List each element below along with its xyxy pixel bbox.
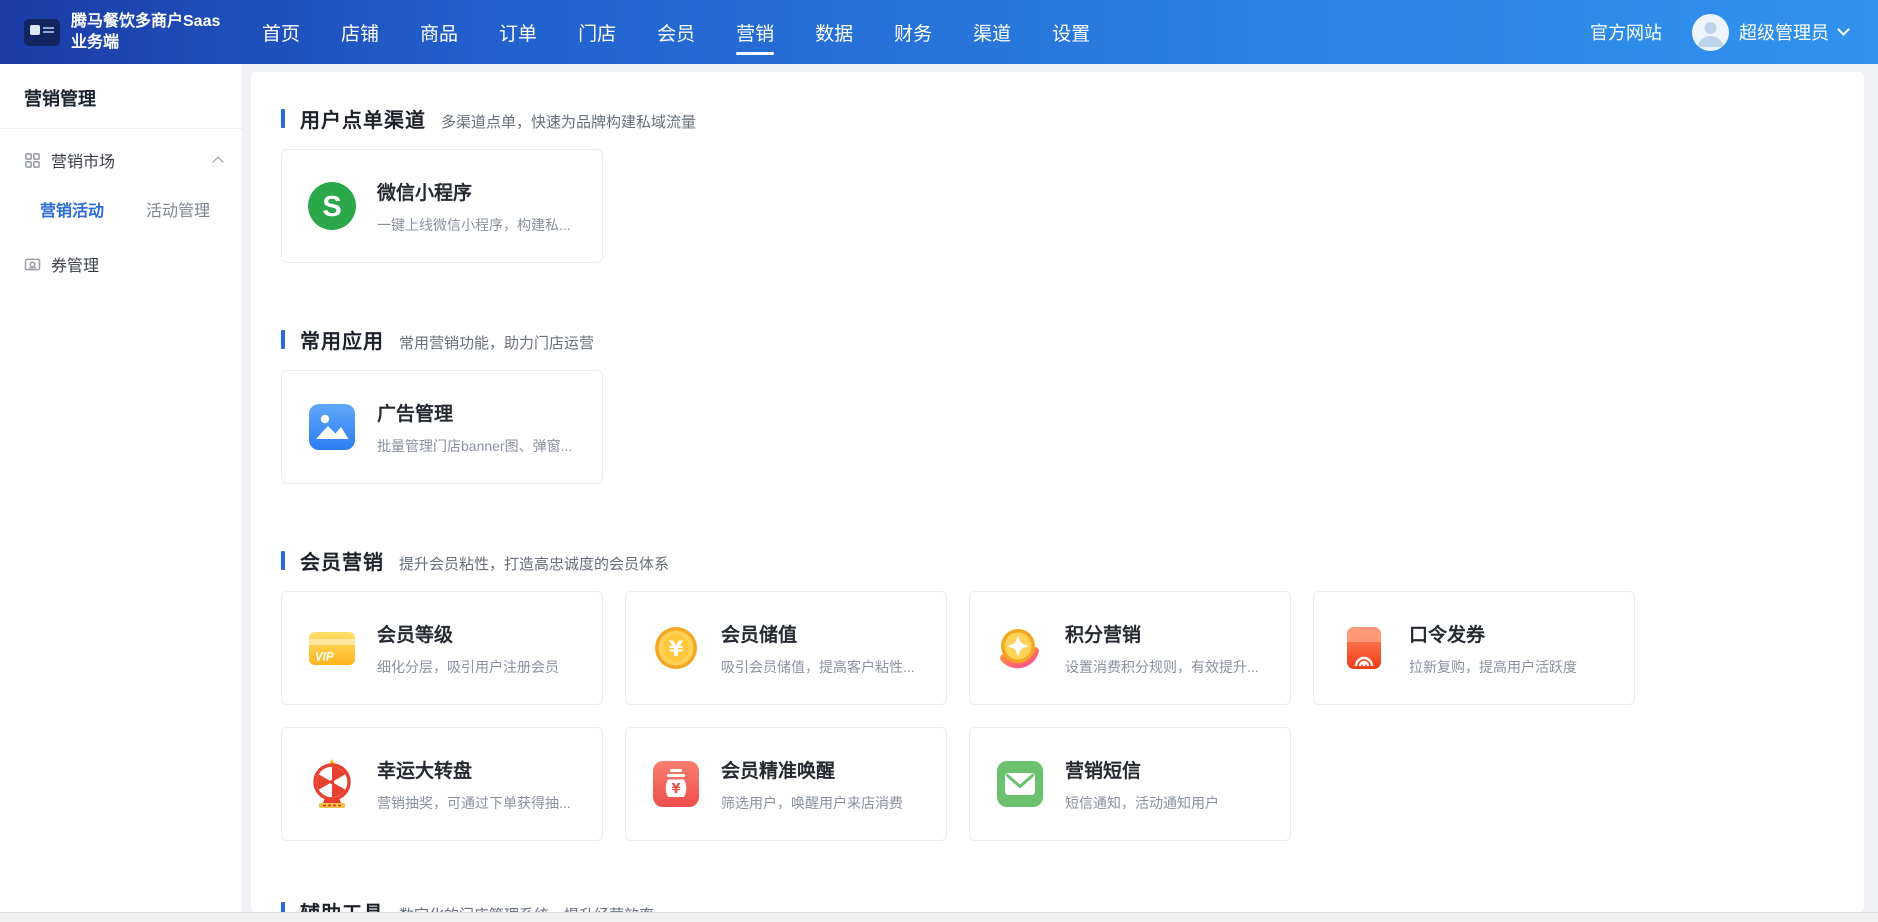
chevron-down-icon [1837,23,1850,36]
nav-item-settings[interactable]: 设置 [1052,0,1090,64]
section-accent-bar [281,902,285,912]
sidebar-item-label: 券管理 [51,252,99,276]
sidebar-item-marketing-activity[interactable]: 营销活动 [40,197,104,221]
sidebar: 营销管理 营销市场 营销活动 活动管理 券管理 [0,64,243,912]
member-awaken-icon: ¥ [650,758,702,810]
section-title: 辅助工具 [300,897,384,912]
official-website-link[interactable]: 官方网站 [1590,19,1662,45]
card-desc: 营销抽奖，可通过下单获得抽... [377,793,571,813]
svg-text:¥: ¥ [669,637,684,661]
nav-item-finance[interactable]: 财务 [894,0,932,64]
sidebar-title: 营销管理 [0,64,242,128]
card-ad-management[interactable]: 广告管理 批量管理门店banner图、弹窗... [281,370,603,484]
section-subtitle: 数字化的门店管理系统，提升经营效率 [399,904,654,912]
section-title: 常用应用 [300,325,384,354]
section-title: 用户点单渠道 [300,104,426,133]
nav-item-marketing[interactable]: 营销 [736,0,774,64]
card-title: 会员等级 [377,620,559,647]
section-subtitle: 常用营销功能，助力门店运营 [399,332,594,353]
nav-item-home[interactable]: 首页 [262,0,300,64]
card-marketing-sms[interactable]: 营销短信 短信通知，活动通知用户 [969,727,1291,841]
card-lucky-wheel[interactable]: 幸运大转盘 营销抽奖，可通过下单获得抽... [281,727,603,841]
sidebar-item-marketing-market[interactable]: 营销市场 [0,129,242,180]
person-icon [1692,14,1729,51]
card-title: 广告管理 [377,399,572,426]
sidebar-item-activity-management[interactable]: 活动管理 [146,197,210,221]
red-envelope-icon [1338,622,1390,674]
avatar [1692,14,1729,51]
app-title: 腾马餐饮多商户Saas业务端 [71,11,234,53]
chevron-up-icon [212,156,223,167]
card-title: 口令发券 [1409,620,1577,647]
card-desc: 吸引会员储值，提高客户粘性... [721,657,915,677]
nav-item-stores[interactable]: 门店 [578,0,616,64]
card-member-level[interactable]: VIP 会员等级 细化分层，吸引用户注册会员 [281,591,603,705]
card-desc: 筛选用户，唤醒用户来店消费 [721,793,903,813]
main-area: 用户点单渠道 多渠道点单，快速为品牌构建私域流量 S 微信小程序 一键上线微信小… [243,64,1878,912]
wechat-miniprogram-icon: S [306,180,358,232]
top-nav: 首页 店铺 商品 订单 门店 会员 营销 数据 财务 渠道 设置 [262,0,1090,64]
app-logo[interactable]: 腾马餐饮多商户Saas业务端 [0,11,248,53]
topbar-right: 官方网站 超级管理员 [1590,14,1878,51]
nav-item-data[interactable]: 数据 [815,0,853,64]
svg-text:VIP: VIP [315,652,334,664]
section-accent-bar [281,551,285,570]
content-panel: 用户点单渠道 多渠道点单，快速为品牌构建私域流量 S 微信小程序 一键上线微信小… [251,72,1864,912]
section-auxiliary-tools: 辅助工具 数字化的门店管理系统，提升经营效率 [281,897,1864,912]
card-desc: 一键上线微信小程序，构建私... [377,215,571,235]
nav-item-members[interactable]: 会员 [657,0,695,64]
card-title: 微信小程序 [377,178,571,205]
vip-card-icon: VIP [306,622,358,674]
ticket-icon [24,256,41,273]
card-title: 幸运大转盘 [377,756,571,783]
sidebar-item-coupon-management[interactable]: 券管理 [0,231,242,284]
sms-mail-icon [994,758,1046,810]
nav-item-channels[interactable]: 渠道 [973,0,1011,64]
user-name: 超级管理员 [1739,19,1829,45]
card-password-coupon[interactable]: 口令发券 拉新复购，提高用户活跃度 [1313,591,1635,705]
coin-yuan-icon: ¥ [650,622,702,674]
topbar: 腾马餐饮多商户Saas业务端 首页 店铺 商品 订单 门店 会员 营销 数据 财… [0,0,1878,64]
horizontal-scrollbar[interactable] [0,912,1878,922]
section-subtitle: 多渠道点单，快速为品牌构建私域流量 [441,111,696,132]
card-desc: 批量管理门店banner图、弹窗... [377,436,572,456]
card-title: 营销短信 [1065,756,1219,783]
section-order-channels: 用户点单渠道 多渠道点单，快速为品牌构建私域流量 S 微信小程序 一键上线微信小… [281,104,1864,263]
nav-item-goods[interactable]: 商品 [420,0,458,64]
section-accent-bar [281,109,285,128]
card-title: 会员储值 [721,620,915,647]
section-common-apps: 常用应用 常用营销功能，助力门店运营 广告管理 批量管理门店banner图、弹窗… [281,325,1864,484]
lucky-wheel-icon [306,758,358,810]
card-title: 积分营销 [1065,620,1259,647]
card-desc: 短信通知，活动通知用户 [1065,793,1219,813]
points-coin-icon [994,622,1046,674]
card-desc: 拉新复购，提高用户活跃度 [1409,657,1577,677]
sidebar-item-label: 营销市场 [51,148,115,172]
section-accent-bar [281,330,285,349]
svg-text:S: S [322,191,341,223]
nav-item-orders[interactable]: 订单 [499,0,537,64]
logo-icon [24,19,60,46]
ad-image-icon [306,401,358,453]
card-member-awaken[interactable]: ¥ 会员精准唤醒 筛选用户，唤醒用户来店消费 [625,727,947,841]
section-title: 会员营销 [300,546,384,575]
card-wechat-miniprogram[interactable]: S 微信小程序 一键上线微信小程序，构建私... [281,149,603,263]
card-desc: 细化分层，吸引用户注册会员 [377,657,559,677]
card-member-stored-value[interactable]: ¥ 会员储值 吸引会员储值，提高客户粘性... [625,591,947,705]
nav-item-shop[interactable]: 店铺 [341,0,379,64]
user-menu[interactable]: 超级管理员 [1692,14,1848,51]
card-points-marketing[interactable]: 积分营销 设置消费积分规则，有效提升... [969,591,1291,705]
grid-icon [24,152,41,169]
sidebar-submenu: 营销活动 活动管理 [0,180,242,231]
card-title: 会员精准唤醒 [721,756,903,783]
section-subtitle: 提升会员粘性，打造高忠诚度的会员体系 [399,553,669,574]
svg-text:¥: ¥ [671,782,680,797]
section-member-marketing: 会员营销 提升会员粘性，打造高忠诚度的会员体系 VIP 会员等级 细化分层，吸引… [281,546,1864,841]
card-desc: 设置消费积分规则，有效提升... [1065,657,1259,677]
